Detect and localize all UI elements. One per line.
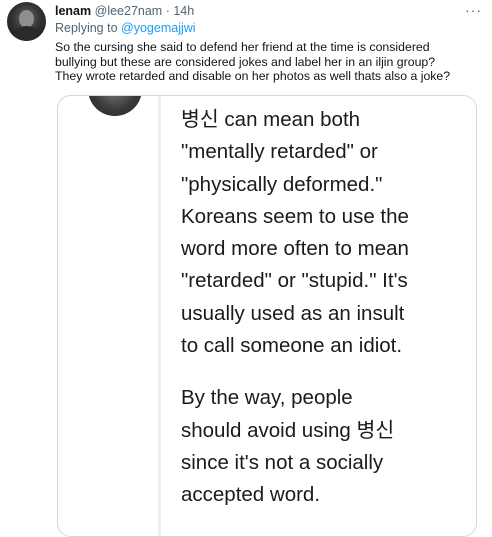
image-text-line: accepted word. bbox=[181, 483, 321, 507]
tweet-text-line: bullying but these are considered jokes … bbox=[55, 54, 436, 69]
image-text-line: Koreans seem to use the bbox=[181, 204, 409, 228]
separator: · bbox=[165, 4, 170, 18]
attached-image[interactable]: 병신 can mean both "mentally retarded" or … bbox=[57, 95, 477, 537]
image-text-line: "physically deformed." bbox=[181, 172, 383, 196]
avatar[interactable] bbox=[7, 2, 46, 41]
avatar-body bbox=[13, 26, 40, 41]
image-text-line: By the way, people bbox=[181, 386, 353, 410]
tweet-text-line: So the cursing she said to defend her fr… bbox=[55, 40, 430, 54]
image-text-line: usually used as an insult bbox=[181, 301, 405, 325]
reply-prefix: Replying to bbox=[55, 21, 118, 35]
image-text: 병신 can mean both "mentally retarded" or … bbox=[181, 104, 471, 512]
image-text-line: should avoid using 병신 bbox=[181, 418, 395, 442]
image-divider bbox=[158, 96, 161, 536]
image-text-line: "mentally retarded" or bbox=[181, 140, 378, 164]
display-name[interactable]: lenam bbox=[55, 4, 91, 18]
tweet-text: So the cursing she said to defend her fr… bbox=[55, 40, 485, 84]
reply-mention-link[interactable]: @yogemajjwi bbox=[121, 21, 196, 35]
image-avatar bbox=[88, 96, 142, 116]
image-text-line: 병신 can mean both bbox=[181, 108, 361, 131]
image-text-line: to call someone an idiot. bbox=[181, 334, 403, 358]
timestamp[interactable]: 14h bbox=[173, 4, 194, 18]
tweet-text-line: They wrote retarded and disable on her p… bbox=[55, 69, 451, 84]
image-text-line: "retarded" or "stupid." It's bbox=[181, 269, 408, 293]
replying-to: Replying to @yogemajjwi bbox=[55, 21, 196, 35]
tweet[interactable]: lenam @lee27nam · 14h ··· Replying to @y… bbox=[0, 0, 492, 537]
tweet-header: lenam @lee27nam · 14h bbox=[55, 4, 194, 19]
handle[interactable]: @lee27nam bbox=[95, 4, 163, 18]
image-text-line: word more often to mean bbox=[181, 237, 409, 261]
more-options-icon[interactable]: ··· bbox=[465, 2, 482, 18]
image-text-line: since it's not a socially bbox=[181, 450, 384, 474]
